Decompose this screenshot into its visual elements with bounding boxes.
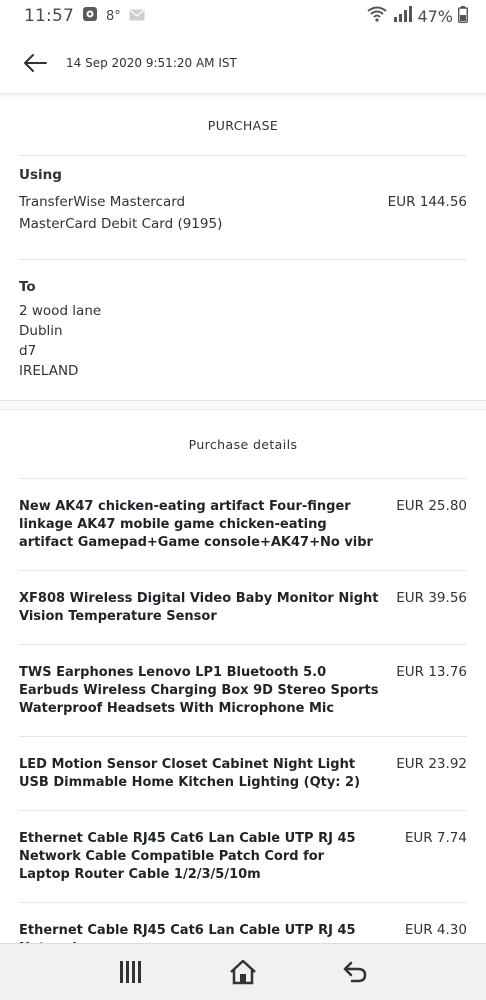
item-amount: EUR 4.30 — [404, 922, 467, 938]
purchase-item: New AK47 chicken-eating artifact Four-fi… — [0, 498, 486, 552]
battery-percent: 47% — [417, 6, 453, 26]
status-temp: 8° — [106, 8, 121, 24]
item-name: TWS Earphones Lenovo LP1 Bluetooth 5.0 E… — [19, 665, 379, 716]
status-bar: 11:57 8° 47% — [0, 0, 486, 32]
item-name: Ethernet Cable RJ45 Cat6 Lan Cable UTP R… — [19, 923, 356, 943]
purchase-item: TWS Earphones Lenovo LP1 Bluetooth 5.0 E… — [0, 664, 486, 718]
mail-icon — [129, 6, 145, 26]
item-amount: EUR 23.92 — [396, 756, 467, 772]
using-label: Using — [19, 167, 62, 183]
address-line: IRELAND — [19, 363, 79, 379]
arrow-left-icon — [24, 53, 47, 72]
status-time: 11:57 — [24, 6, 74, 26]
purchase-details-title: Purchase details — [188, 437, 298, 452]
purchase-title: PURCHASE — [207, 118, 279, 133]
signal-icon — [392, 6, 413, 26]
card-detail: MasterCard Debit Card (9195) — [19, 216, 223, 232]
transaction-content: PURCHASE Using TransferWise Mastercard M… — [0, 95, 486, 943]
home-button[interactable] — [223, 952, 263, 992]
transaction-datetime: 14 Sep 2020 9:51:20 AM IST — [66, 55, 237, 70]
system-nav-bar — [0, 943, 486, 1000]
item-name: New AK47 chicken-eating artifact Four-fi… — [19, 499, 373, 550]
item-name: LED Motion Sensor Closet Cabinet Night L… — [19, 757, 361, 790]
item-name: XF808 Wireless Digital Video Baby Monito… — [19, 591, 379, 624]
recent-apps-button[interactable] — [111, 952, 151, 992]
item-amount: EUR 25.80 — [396, 498, 467, 514]
purchase-item: LED Motion Sensor Closet Cabinet Night L… — [0, 756, 486, 792]
gallery-icon — [82, 6, 98, 27]
address-line: Dublin — [19, 323, 63, 339]
wifi-icon — [367, 6, 388, 26]
battery-icon — [457, 5, 469, 27]
address-line: d7 — [19, 343, 37, 359]
item-amount: EUR 39.56 — [396, 590, 467, 606]
section-separator — [0, 400, 486, 410]
purchase-item: XF808 Wireless Digital Video Baby Monito… — [0, 590, 486, 626]
card-name: TransferWise Mastercard — [19, 194, 186, 210]
home-icon — [230, 959, 256, 985]
item-amount: EUR 7.74 — [404, 830, 467, 846]
purchase-amount: EUR 144.56 — [387, 194, 467, 210]
item-name: Ethernet Cable RJ45 Cat6 Lan Cable UTP R… — [19, 831, 356, 882]
purchase-item: Ethernet Cable RJ45 Cat6 Lan Cable UTP R… — [0, 922, 486, 943]
back-button[interactable] — [18, 46, 52, 80]
recent-apps-icon — [120, 961, 141, 983]
purchase-item: Ethernet Cable RJ45 Cat6 Lan Cable UTP R… — [0, 830, 486, 884]
item-amount: EUR 13.76 — [396, 664, 467, 680]
app-header: 14 Sep 2020 9:51:20 AM IST — [0, 32, 486, 94]
nav-back-button[interactable] — [335, 952, 375, 992]
back-icon — [343, 961, 367, 983]
address-line: 2 wood lane — [19, 303, 102, 319]
to-label: To — [19, 279, 36, 295]
